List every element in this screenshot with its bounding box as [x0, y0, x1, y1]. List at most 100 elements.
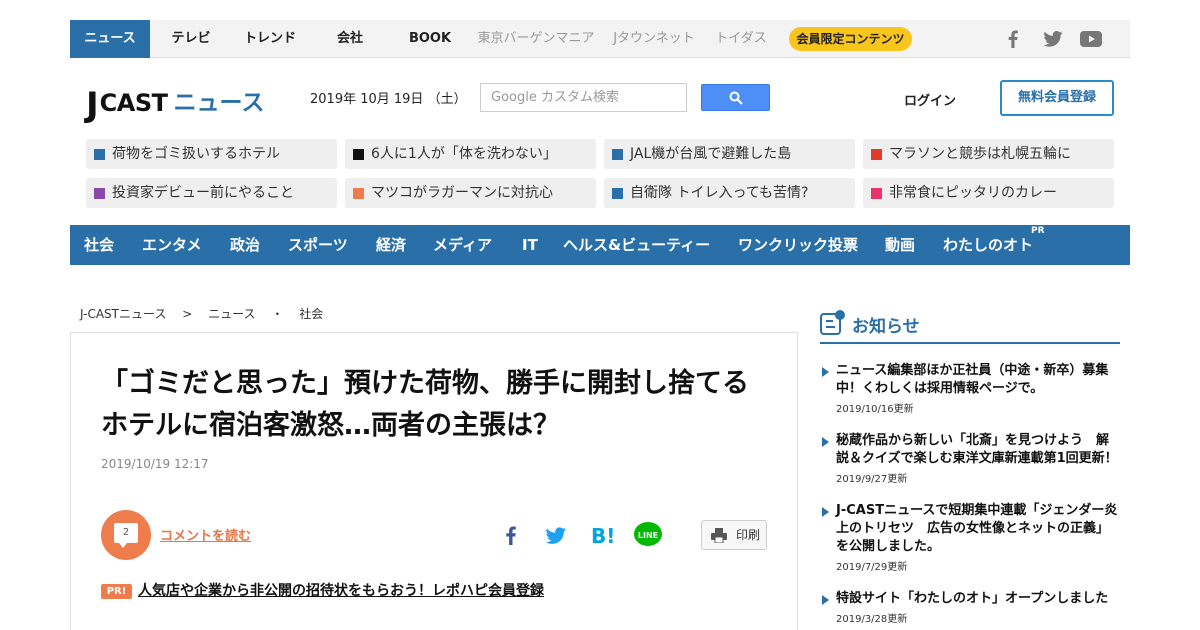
trending-label: 荷物をゴミ扱いするホテル [112, 146, 280, 162]
share-line-icon[interactable]: LINE [633, 521, 662, 549]
trending-item[interactable]: 自衛隊 トイレ入っても苦情? [604, 178, 855, 208]
notice-date: 2019/7/29更新 [836, 562, 908, 573]
trending-item[interactable]: JAL機が台風で避難した島 [604, 139, 855, 169]
trending-label: 非常食にピッタリのカレー [889, 185, 1057, 201]
printer-icon [711, 528, 727, 543]
mainnav-item-it[interactable]: IT [522, 225, 538, 265]
login-link[interactable]: ログイン [904, 90, 956, 109]
bullet-square [612, 149, 623, 160]
trending-item[interactable]: 荷物をゴミ扱いするホテル [86, 139, 337, 169]
topnav-item-jtown[interactable]: Jタウンネット [613, 20, 695, 58]
notice-icon [820, 310, 845, 335]
triangle-bullet-icon [822, 437, 829, 447]
signup-button[interactable]: 無料会員登録 [1000, 80, 1114, 116]
logo-news: ニュース [173, 90, 265, 116]
youtube-icon[interactable] [1080, 28, 1102, 50]
search-button[interactable] [701, 84, 770, 111]
bullet-square [353, 149, 364, 160]
trending-label: マラソンと競歩は札幌五輪に [889, 146, 1071, 162]
print-label: 印刷 [736, 528, 761, 542]
top-bar: ニュース テレビ トレンド 会社 BOOK 東京バーゲンマニア Jタウンネット … [70, 20, 1130, 58]
mainnav-item-sports[interactable]: スポーツ [288, 225, 348, 265]
breadcrumb-news[interactable]: ニュース [208, 307, 255, 321]
pr-badge: PR! [101, 584, 132, 599]
mainnav-item-video[interactable]: 動画 [885, 225, 915, 265]
search-icon [729, 91, 743, 105]
svg-text:B!: B! [591, 524, 615, 548]
trending-label: マツコがラガーマンに対抗心 [371, 185, 553, 201]
comment-count: 2 [114, 523, 138, 548]
breadcrumb-separator: ・ [271, 307, 284, 321]
bullet-square [612, 188, 623, 199]
article-date: 2019/10/19 12:17 [101, 457, 209, 471]
print-button[interactable]: 印刷 [701, 520, 767, 550]
bullet-square [871, 149, 882, 160]
trending-label: 投資家デビュー前にやること [112, 185, 294, 201]
mainnav-item-health[interactable]: ヘルス&ビューティー [563, 225, 710, 265]
article-title: 「ゴミだと思った」預けた荷物、勝手に開封し捨てる ホテルに宿泊客激怒…両者の主張… [101, 368, 776, 441]
topnav-item-trend[interactable]: トレンド [244, 20, 296, 58]
breadcrumb-category[interactable]: 社会 [299, 307, 323, 321]
trending-item[interactable]: マラソンと競歩は札幌五輪に [863, 139, 1114, 169]
trending-label: JAL機が台風で避難した島 [630, 146, 792, 162]
share-twitter-icon[interactable] [542, 521, 570, 549]
notice-text: J-CASTニュースで短期集中連載「ジェンダー炎上のトリセツ 広告の女性像とネッ… [836, 503, 1118, 554]
mainnav-item-economy[interactable]: 経済 [376, 225, 406, 265]
notice-text: 特設サイト「わたしのオト」オープンしました [836, 591, 1109, 606]
notice-item[interactable]: J-CASTニュースで短期集中連載「ジェンダー炎上のトリセツ 広告の女性像とネッ… [820, 502, 1120, 574]
notice-item[interactable]: ニュース編集部ほか正社員（中途・新卒）募集中！くわしくは採用情報ページで。 20… [820, 362, 1120, 415]
share-hatena-icon[interactable]: B! [588, 521, 616, 549]
site-logo[interactable]: J CAST ニュース [86, 78, 264, 122]
twitter-icon[interactable] [1043, 28, 1063, 50]
bullet-square [94, 149, 105, 160]
pr-label: PR [1031, 226, 1045, 236]
breadcrumb: J-CASTニュース > ニュース ・ 社会 [80, 305, 335, 322]
mainnav-item-vote[interactable]: ワンクリック投票 [738, 225, 858, 265]
search-input[interactable]: Google カスタム検索 [480, 83, 687, 112]
pr-link[interactable]: 人気店や企業から非公開の招待状をもらおう！レポハピ会員登録 [138, 580, 544, 600]
notice-text: 秘蔵作品から新しい「北斎」を見つけよう 解説＆クイズで楽しむ東洋文庫新連載第1回… [836, 433, 1118, 466]
mainnav-item-politics[interactable]: 政治 [230, 225, 260, 265]
notice-header: お知らせ [820, 310, 1120, 344]
triangle-bullet-icon [822, 507, 829, 517]
read-comments-link[interactable]: コメントを読む [160, 525, 251, 544]
notice-date: 2019/9/27更新 [836, 474, 908, 485]
trending-item[interactable]: マツコがラガーマンに対抗心 [345, 178, 596, 208]
breadcrumb-home[interactable]: J-CASTニュース [80, 307, 166, 321]
notice-date: 2019/3/28更新 [836, 614, 908, 625]
mainnav-item-watashinooto[interactable]: わたしのオト [943, 225, 1033, 265]
bullet-square [353, 188, 364, 199]
trending-item[interactable]: 投資家デビュー前にやること [86, 178, 337, 208]
facebook-icon[interactable] [1008, 28, 1018, 50]
logo-cast: CAST [99, 89, 168, 117]
svg-text:LINE: LINE [638, 531, 658, 540]
bullet-square [94, 188, 105, 199]
mainnav-item-society[interactable]: 社会 [84, 225, 114, 265]
triangle-bullet-icon [822, 595, 829, 605]
breadcrumb-separator: > [182, 307, 193, 321]
comment-button[interactable]: 2 [101, 510, 151, 560]
notice-date: 2019/10/16更新 [836, 404, 914, 415]
notice-item[interactable]: 特設サイト「わたしのオト」オープンしました 2019/3/28更新 [820, 590, 1120, 625]
topnav-item-book[interactable]: BOOK [409, 20, 451, 58]
bullet-square [871, 188, 882, 199]
topnav-item-news[interactable]: ニュース [70, 20, 150, 58]
trending-item[interactable]: 6人に1人が「体を洗わない」 [345, 139, 596, 169]
trending-label: 自衛隊 トイレ入っても苦情? [630, 185, 809, 201]
notice-item[interactable]: 秘蔵作品から新しい「北斎」を見つけよう 解説＆クイズで楽しむ東洋文庫新連載第1回… [820, 432, 1120, 485]
mainnav-item-entame[interactable]: エンタメ [142, 225, 202, 265]
topnav-item-company[interactable]: 会社 [337, 20, 363, 58]
topnav-item-bargain[interactable]: 東京バーゲンマニア [477, 20, 594, 58]
main-nav: 社会 エンタメ 政治 スポーツ 経済 メディア IT ヘルス&ビューティー ワン… [70, 225, 1130, 265]
mainnav-item-media[interactable]: メディア [433, 225, 492, 265]
share-facebook-icon[interactable] [497, 521, 525, 549]
logo-j: J [86, 85, 99, 125]
member-only-button[interactable]: 会員限定コンテンツ [789, 27, 912, 51]
current-date: 2019年 10月 19日 （土） [310, 92, 467, 107]
topnav-item-tv[interactable]: テレビ [171, 20, 210, 58]
trending-item[interactable]: 非常食にピッタリのカレー [863, 178, 1114, 208]
topnav-item-toidas[interactable]: トイダス [715, 20, 766, 58]
notice-text: ニュース編集部ほか正社員（中途・新卒）募集中！くわしくは採用情報ページで。 [836, 363, 1109, 396]
notice-title: お知らせ [852, 317, 920, 337]
triangle-bullet-icon [822, 367, 829, 377]
